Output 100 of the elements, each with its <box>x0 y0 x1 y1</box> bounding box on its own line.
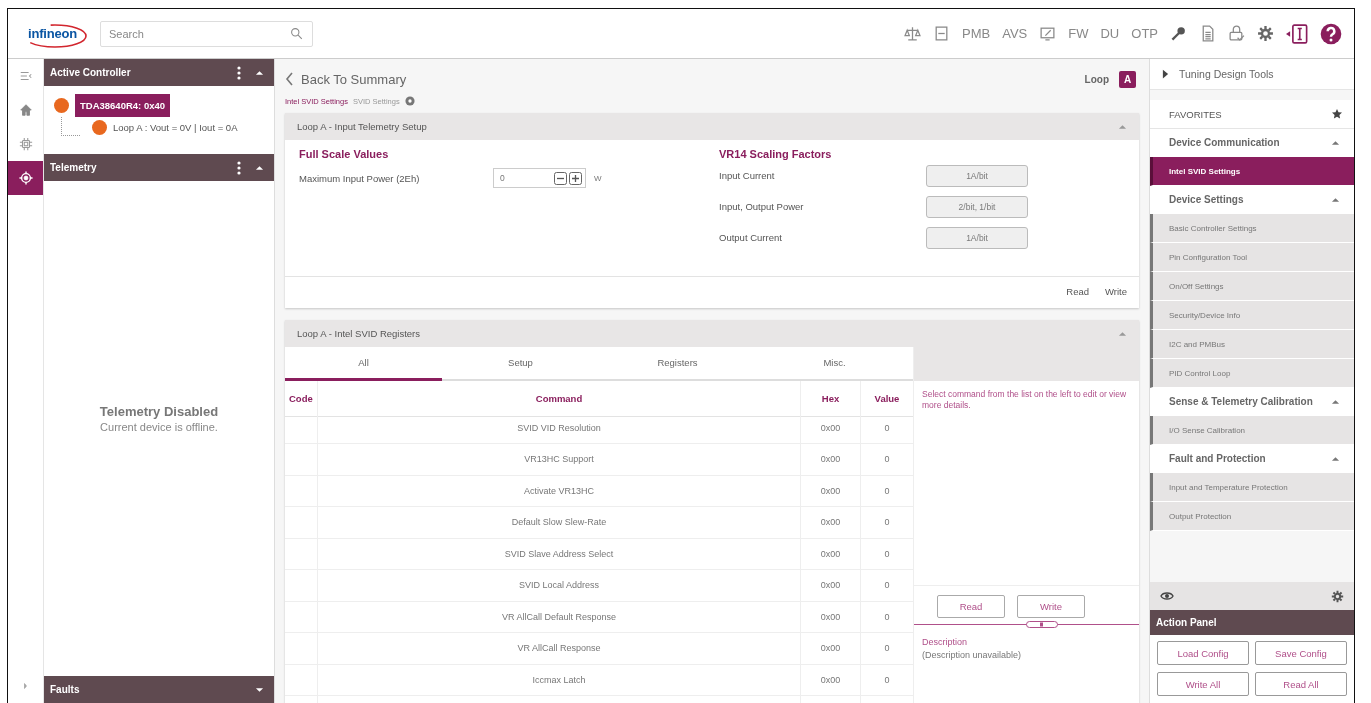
target-icon[interactable] <box>18 171 33 185</box>
tuning-header[interactable]: Tuning Design Tools <box>1150 59 1354 90</box>
loop-item[interactable]: Loop A : Vout = 0V | Iout = 0A <box>113 122 238 133</box>
caret-icon[interactable] <box>255 68 264 77</box>
action-button[interactable]: Write <box>1017 595 1085 618</box>
table-cell <box>285 601 318 633</box>
table-cell: 0x00 <box>801 538 861 570</box>
caret-icon[interactable] <box>1331 398 1340 406</box>
nav-item[interactable]: I/O Sense Calibration <box>1150 416 1354 445</box>
table-cell[interactable]: Iccmax Latch <box>318 664 801 696</box>
action-link[interactable]: Write <box>1105 286 1127 297</box>
table-cell: 0x00 <box>801 444 861 476</box>
lock-check-icon[interactable] <box>1228 25 1245 42</box>
action-button[interactable]: Save Config <box>1255 641 1347 665</box>
panel-header[interactable]: Active Controller <box>44 59 274 86</box>
section-header[interactable]: Loop A - Intel SVID Registers <box>285 320 1139 347</box>
action-link[interactable]: Read <box>1066 286 1089 297</box>
panel-header[interactable]: Faults <box>44 676 274 703</box>
section-heading: Full Scale Values <box>299 148 390 160</box>
kebab-icon[interactable] <box>237 160 241 175</box>
nav-item[interactable]: PID Control Loop <box>1150 359 1354 388</box>
table-cell[interactable]: SVID VID Resolution <box>318 412 801 444</box>
splitter-handle-icon[interactable] <box>1026 621 1058 628</box>
back-link[interactable]: Back To Summary <box>285 71 407 87</box>
plus-icon[interactable] <box>569 171 582 185</box>
action-button[interactable]: Write All <box>1157 672 1249 696</box>
number-field[interactable]: 0 <box>493 168 586 188</box>
toolbar-button[interactable]: PMB <box>962 26 991 41</box>
caret-icon[interactable] <box>1331 196 1340 204</box>
monitor-edit-icon[interactable] <box>1039 25 1057 42</box>
table-cell: 0 <box>861 475 913 507</box>
scale-icon[interactable] <box>904 25 922 42</box>
nav-item[interactable]: Intel SVID Settings <box>1150 157 1354 186</box>
toolbar-button[interactable]: OTP <box>1131 26 1158 41</box>
section-header[interactable]: Loop A - Input Telemetry Setup <box>285 113 1139 140</box>
panel-title: Telemetry <box>50 162 98 173</box>
group-header[interactable]: Sense & Telemetry Calibration <box>1150 388 1354 416</box>
panel-header[interactable]: Telemetry <box>44 154 274 181</box>
nav-item[interactable]: Input and Temperature Protection <box>1150 473 1354 502</box>
device-item[interactable]: TDA38640R4: 0x40 <box>75 94 171 117</box>
help-icon[interactable] <box>1320 22 1342 45</box>
caret-icon[interactable] <box>255 685 264 694</box>
chevron-left-icon <box>285 72 293 86</box>
nav-item[interactable]: Output Protection <box>1150 502 1354 531</box>
table-cell[interactable]: Activate VR13HC <box>318 475 801 507</box>
table-cell[interactable]: VR13HC Support <box>318 444 801 476</box>
table-cell <box>285 633 318 665</box>
action-button[interactable]: Read All <box>1255 672 1347 696</box>
search-field[interactable]: Search <box>100 20 313 47</box>
menu-collapse-icon[interactable] <box>18 69 33 83</box>
nav-item[interactable]: Security/Device Info <box>1150 301 1354 330</box>
table-cell: 0 <box>861 664 913 696</box>
caret-icon[interactable] <box>1331 139 1340 147</box>
action-button[interactable]: Load Config <box>1157 641 1249 665</box>
table-cell[interactable]: SVID Local Address <box>318 570 801 602</box>
section-title: Loop A - Input Telemetry Setup <box>297 121 428 132</box>
chip-icon[interactable] <box>18 137 33 151</box>
nav-item[interactable]: Pin Configuration Tool <box>1150 243 1354 272</box>
tab[interactable]: Setup <box>442 347 599 381</box>
settings-icon[interactable] <box>1331 589 1344 603</box>
home-icon[interactable] <box>18 103 33 117</box>
group-header[interactable]: Device Communication <box>1150 129 1354 157</box>
table-cell: 0 <box>861 633 913 665</box>
eye-icon[interactable] <box>1160 589 1174 603</box>
info-book-icon[interactable] <box>1286 22 1308 45</box>
minus-icon[interactable] <box>554 171 567 185</box>
loop-badge[interactable]: A <box>1119 70 1136 88</box>
table-cell[interactable]: Default Slow Slew-Rate <box>318 507 801 539</box>
wrench-icon[interactable] <box>1170 25 1187 42</box>
tab[interactable]: All <box>285 347 442 381</box>
group-header[interactable]: Device Settings <box>1150 186 1354 214</box>
table-cell: 0x00 <box>801 664 861 696</box>
readonly-field: 1A/bit <box>926 164 1028 187</box>
table-cell: 0x00 <box>801 412 861 444</box>
kebab-icon[interactable] <box>237 65 241 80</box>
unit-label: W <box>594 173 602 183</box>
nav-item[interactable]: I2C and PMBus <box>1150 330 1354 359</box>
table-cell[interactable]: SVID Slave Address Select <box>318 538 801 570</box>
column-header: Code <box>285 381 318 417</box>
table-cell[interactable]: VR AllCall Default Response <box>318 601 801 633</box>
settings-icon[interactable] <box>404 96 415 106</box>
expand-icon[interactable] <box>21 682 30 690</box>
table-cell <box>285 538 318 570</box>
table-cell[interactable]: VR AllCall Response <box>318 633 801 665</box>
favorites-header[interactable]: FAVORITES <box>1150 100 1354 129</box>
tab[interactable]: Registers <box>599 347 756 381</box>
nav-item[interactable]: On/Off Settings <box>1150 272 1354 301</box>
tab[interactable]: Misc. <box>756 347 913 381</box>
star-icon[interactable] <box>1332 109 1342 119</box>
toolbar-button[interactable]: FW <box>1068 26 1089 41</box>
status-text: Current device is offline. <box>100 421 218 433</box>
action-button[interactable]: Read <box>937 595 1005 618</box>
caret-icon[interactable] <box>255 163 264 172</box>
column-header: Command <box>318 381 801 417</box>
nav-item[interactable]: Basic Controller Settings <box>1150 214 1354 243</box>
group-header[interactable]: Fault and Protection <box>1150 445 1354 473</box>
settings-icon[interactable] <box>1257 25 1274 42</box>
toolbar-button[interactable]: AVS <box>1002 26 1028 41</box>
toolbar-button[interactable]: DU <box>1100 26 1120 41</box>
caret-icon[interactable] <box>1331 455 1340 463</box>
